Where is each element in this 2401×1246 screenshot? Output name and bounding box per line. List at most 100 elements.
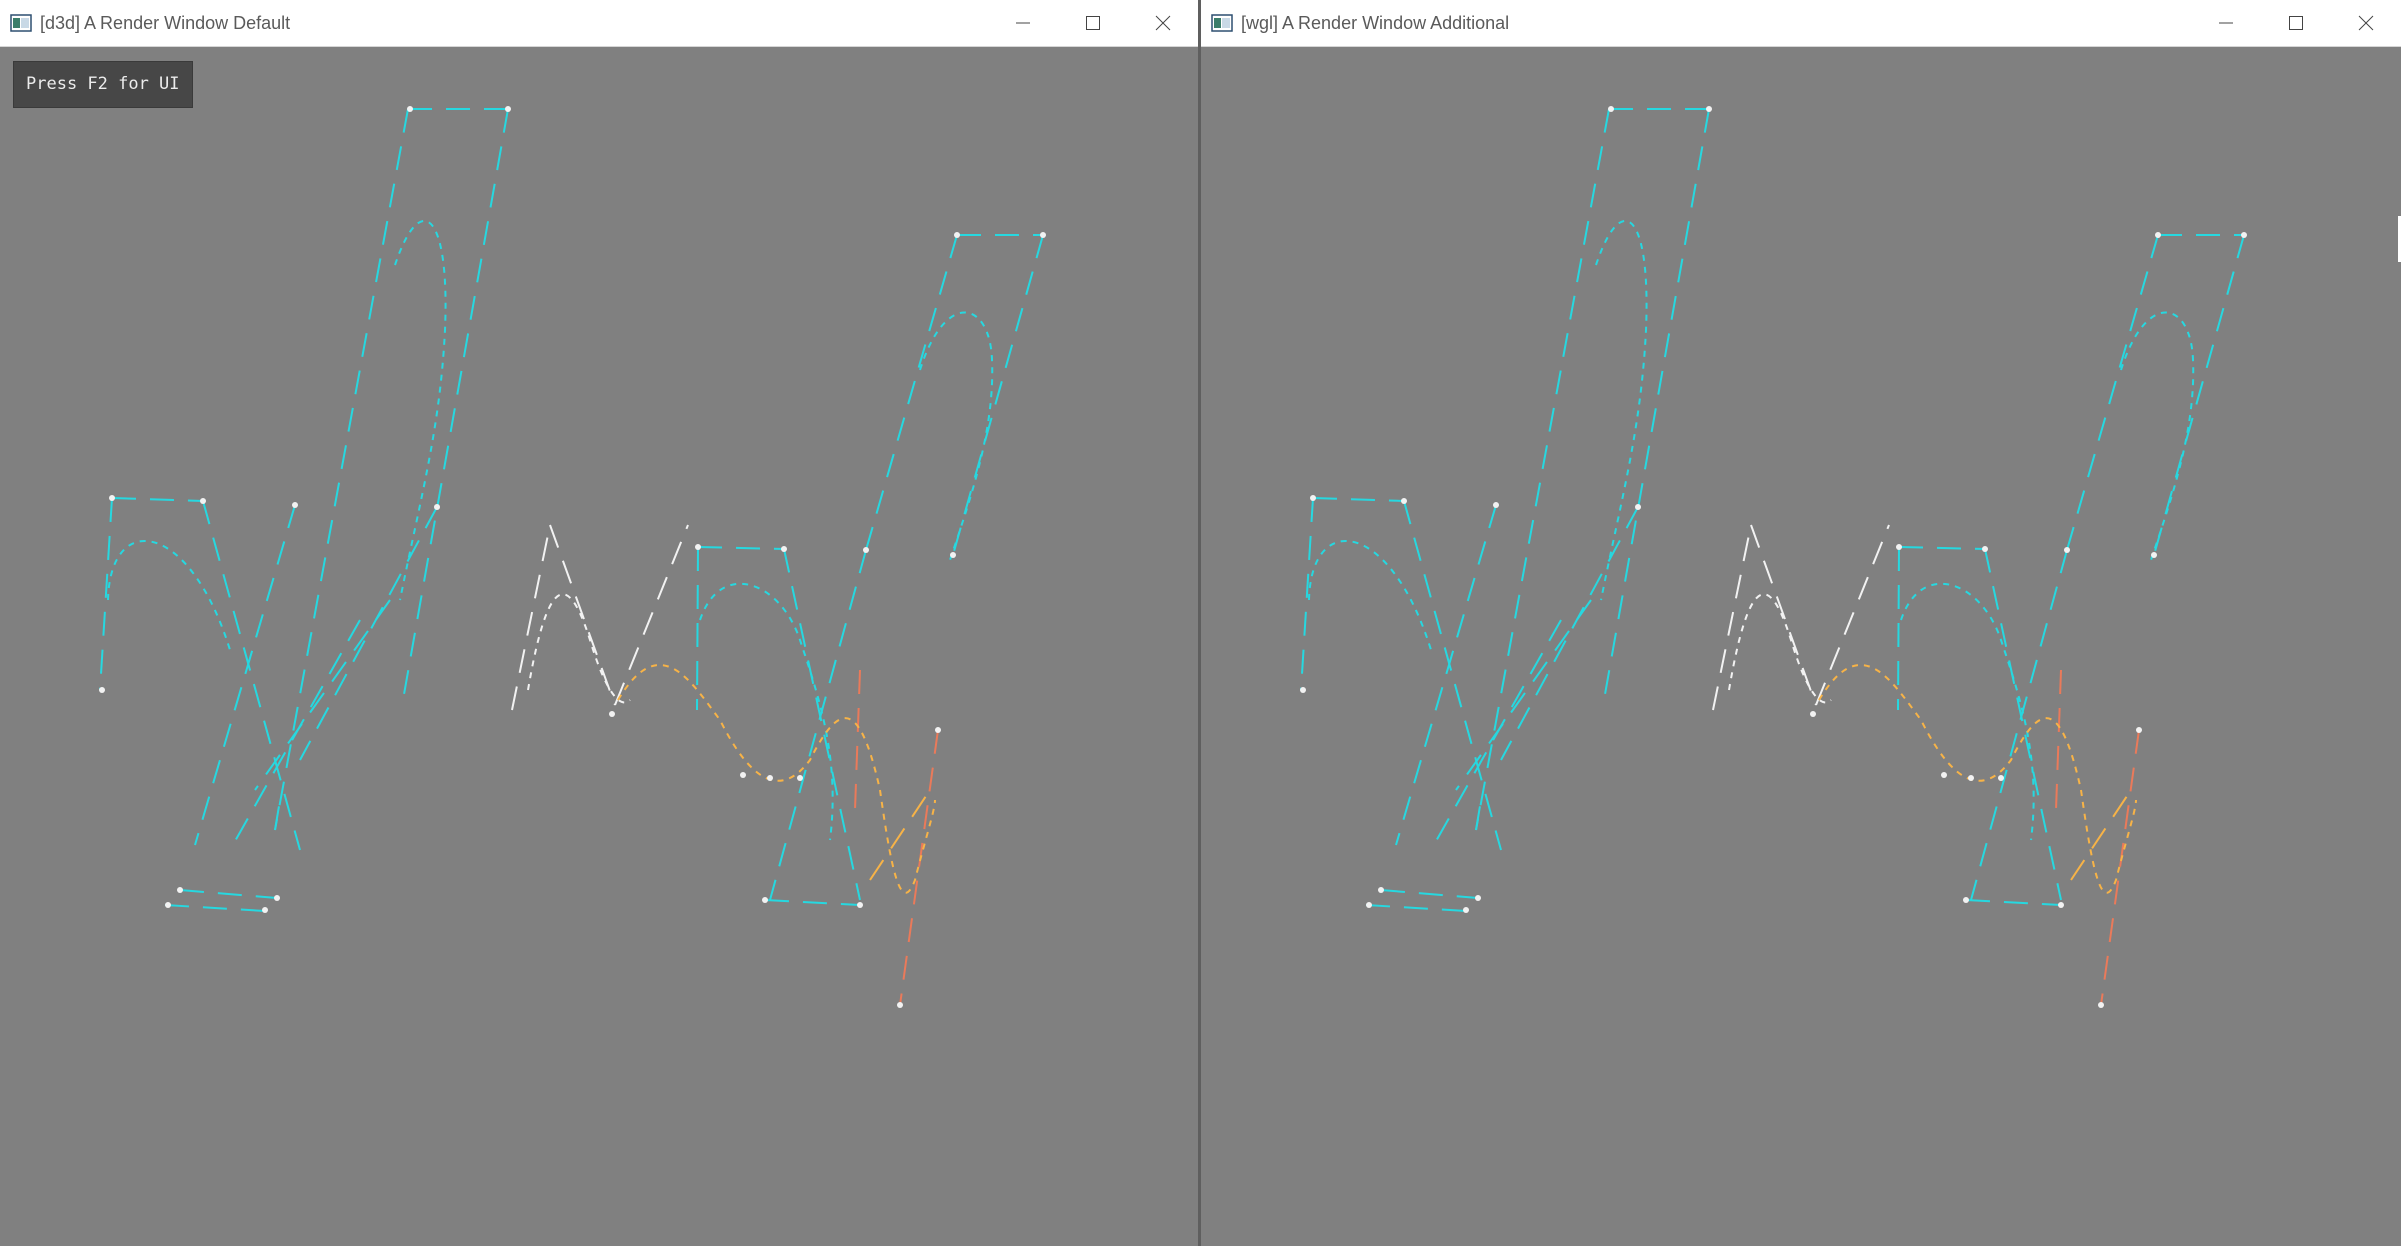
- control-point: [1982, 546, 1988, 552]
- scene-line: [1365, 904, 1467, 912]
- title-bar[interactable]: [d3d] A Render Window Default: [0, 0, 1198, 47]
- render-viewport[interactable]: [1201, 47, 2401, 1246]
- ui-hint-label: Press F2 for UI: [13, 61, 193, 108]
- control-point: [797, 775, 803, 781]
- minimize-icon: [1016, 22, 1030, 24]
- scene-line: [1455, 599, 1592, 791]
- control-point: [1463, 907, 1469, 913]
- maximize-icon: [1086, 16, 1100, 30]
- control-point: [1040, 232, 1046, 238]
- scene-line: [1897, 546, 1900, 711]
- scene-line: [697, 546, 785, 550]
- scene-line: [952, 234, 1044, 556]
- control-point: [1475, 895, 1481, 901]
- scene-line: [1380, 889, 1479, 899]
- scene-drawing: [99, 106, 1046, 1008]
- close-icon: [2358, 15, 2374, 31]
- control-point: [950, 552, 956, 558]
- window-title: [d3d] A Render Window Default: [40, 12, 291, 33]
- close-button[interactable]: [1128, 0, 1198, 46]
- scene-line: [769, 549, 867, 901]
- control-point: [695, 544, 701, 550]
- scene-line: [696, 546, 699, 711]
- control-point: [407, 106, 413, 112]
- control-point: [863, 547, 869, 553]
- scene-curve: [617, 664, 936, 894]
- minimize-icon: [2219, 22, 2233, 24]
- scene-line: [202, 500, 301, 851]
- window-title: [wgl] A Render Window Additional: [1241, 12, 1510, 33]
- control-point: [200, 498, 206, 504]
- scene-line: [614, 524, 689, 706]
- scene-line: [1984, 548, 2062, 901]
- control-point: [2098, 1002, 2104, 1008]
- control-point: [262, 907, 268, 913]
- scene-line: [194, 504, 296, 846]
- control-point: [740, 772, 746, 778]
- maximize-button[interactable]: [1058, 0, 1128, 46]
- control-point: [857, 902, 863, 908]
- app-icon: [1211, 14, 1233, 32]
- scene-line: [1500, 506, 1639, 761]
- control-point: [274, 895, 280, 901]
- control-point: [1608, 106, 1614, 112]
- scene-line: [1395, 504, 1497, 846]
- control-point: [781, 546, 787, 552]
- scene-curve: [1900, 582, 2035, 841]
- scene-line: [1300, 497, 1314, 691]
- scene-line: [111, 497, 204, 502]
- control-point: [165, 902, 171, 908]
- scene-line: [229, 619, 361, 851]
- scene-line: [1403, 500, 1502, 851]
- maximize-button[interactable]: [2261, 0, 2331, 46]
- control-point: [1896, 544, 1902, 550]
- control-point: [292, 502, 298, 508]
- scene-drawing: [1300, 106, 2247, 1008]
- minimize-button[interactable]: [988, 0, 1058, 46]
- scene-line: [865, 234, 958, 551]
- control-point: [935, 727, 941, 733]
- scene-line: [99, 497, 113, 691]
- control-point: [1300, 687, 1306, 693]
- control-point: [177, 887, 183, 893]
- control-point: [954, 232, 960, 238]
- scene-line: [1815, 524, 1890, 706]
- render-viewport[interactable]: [0, 47, 1198, 1246]
- scene-curve: [1308, 540, 1432, 651]
- control-point: [609, 711, 615, 717]
- control-point: [2058, 902, 2064, 908]
- scene-curve: [1818, 664, 2137, 894]
- scene-line: [764, 899, 861, 906]
- scene-line: [2055, 669, 2062, 811]
- control-point: [434, 504, 440, 510]
- scene-line: [402, 108, 509, 701]
- close-icon: [1155, 15, 1171, 31]
- scene-line: [854, 669, 861, 811]
- control-point: [2241, 232, 2247, 238]
- scene-line: [274, 108, 409, 831]
- control-point: [1963, 897, 1969, 903]
- scene-curve: [1728, 593, 1832, 704]
- control-point: [1366, 902, 1372, 908]
- control-point: [505, 106, 511, 112]
- scene-line: [1475, 108, 1610, 831]
- control-point: [2151, 552, 2157, 558]
- scene-line: [869, 789, 931, 881]
- close-button[interactable]: [2331, 0, 2401, 46]
- scene-curve: [919, 311, 994, 561]
- scene-line: [1312, 497, 1405, 502]
- scene-line: [1430, 619, 1562, 851]
- minimize-button[interactable]: [2191, 0, 2261, 46]
- control-point: [1810, 711, 1816, 717]
- scene-line: [1898, 546, 1986, 550]
- title-bar[interactable]: [wgl] A Render Window Additional: [1201, 0, 2401, 47]
- maximize-icon: [2289, 16, 2303, 30]
- control-point: [1635, 504, 1641, 510]
- scene-line: [164, 904, 266, 912]
- control-point: [767, 775, 773, 781]
- scene-line: [299, 506, 438, 761]
- scene-line: [1970, 549, 2068, 901]
- scene-line: [179, 889, 278, 899]
- scene-line: [1603, 108, 1710, 701]
- scene-line: [783, 548, 861, 901]
